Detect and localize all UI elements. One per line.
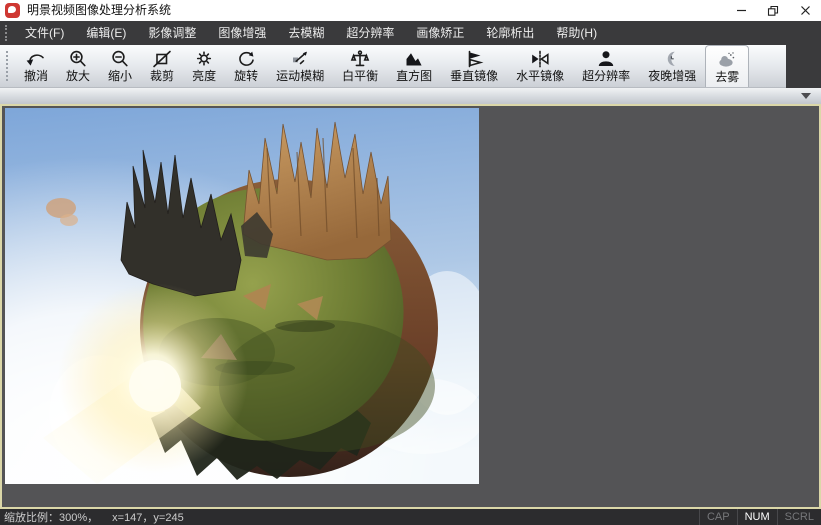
toolbar-grip-handle[interactable]	[6, 51, 10, 81]
crop-label: 裁剪	[150, 69, 174, 83]
dehaze-button[interactable]: 去雾	[705, 45, 749, 87]
histogram-icon	[403, 49, 425, 69]
undo-button[interactable]: 撤消	[15, 45, 57, 87]
menu-image-rectify[interactable]: 画像矫正	[405, 21, 475, 45]
chevron-down-icon[interactable]	[801, 93, 811, 99]
window-title: 明景视频图像处理分析系统	[27, 0, 171, 21]
title-bar: 明景视频图像处理分析系统	[0, 0, 821, 21]
close-icon	[800, 5, 811, 16]
night-enhance-button[interactable]: 夜晚增强	[639, 45, 705, 87]
crop-icon	[151, 49, 173, 69]
menu-contour-extract[interactable]: 轮廓析出	[475, 21, 545, 45]
menu-super-resolution[interactable]: 超分辨率	[335, 21, 405, 45]
menu-bar: 文件(F) 编辑(E) 影像调整 图像增强 去模糊 超分辨率 画像矫正 轮廓析出…	[0, 21, 821, 45]
menu-image-adjust[interactable]: 影像调整	[137, 21, 207, 45]
night-enhance-label: 夜晚增强	[648, 69, 696, 83]
zoom-in-button[interactable]: 放大	[57, 45, 99, 87]
brightness-icon	[193, 49, 215, 69]
minimize-button[interactable]	[725, 0, 757, 21]
caps-lock-indicator: CAP	[699, 509, 737, 525]
menu-file[interactable]: 文件(F)	[14, 21, 75, 45]
crop-button[interactable]: 裁剪	[141, 45, 183, 87]
vertical-mirror-icon	[463, 49, 485, 69]
dehaze-label: 去雾	[715, 70, 739, 84]
image-canvas-area[interactable]	[0, 104, 821, 509]
zoom-out-icon	[109, 49, 131, 69]
app-window: 明景视频图像处理分析系统 文件(F) 编辑(E) 影像调整 图像增强 去模糊	[0, 0, 821, 525]
super-resolution-button[interactable]: 超分辨率	[573, 45, 639, 87]
zoom-ratio-value: 300%，	[59, 509, 98, 525]
rotate-icon	[235, 49, 257, 69]
scroll-lock-indicator: SCRL	[777, 509, 821, 525]
restore-icon	[767, 5, 779, 17]
undo-label: 撤消	[24, 69, 48, 83]
menu-edit[interactable]: 编辑(E)	[75, 21, 137, 45]
white-balance-icon	[349, 49, 371, 69]
super-resolution-label: 超分辨率	[582, 69, 630, 83]
zoom-in-label: 放大	[66, 69, 90, 83]
undo-icon	[25, 49, 47, 69]
zoom-out-label: 缩小	[108, 69, 132, 83]
brightness-button[interactable]: 亮度	[183, 45, 225, 87]
histogram-button[interactable]: 直方图	[387, 45, 441, 87]
rotate-button[interactable]: 旋转	[225, 45, 267, 87]
toolbar-empty-area	[786, 45, 821, 88]
motion-blur-label: 运动模糊	[276, 69, 324, 83]
white-balance-label: 白平衡	[342, 69, 378, 83]
white-balance-button[interactable]: 白平衡	[333, 45, 387, 87]
motion-blur-button[interactable]: 运动模糊	[267, 45, 333, 87]
brightness-label: 亮度	[192, 69, 216, 83]
minimize-icon	[736, 5, 747, 16]
vertical-mirror-button[interactable]: 垂直镜像	[441, 45, 507, 87]
horizontal-mirror-icon	[529, 49, 551, 69]
zoom-out-button[interactable]: 缩小	[99, 45, 141, 87]
zoom-ratio-label: 缩放比例：	[4, 509, 59, 525]
close-button[interactable]	[789, 0, 821, 21]
menubar-grip-handle[interactable]	[5, 25, 9, 41]
zoom-in-icon	[67, 49, 89, 69]
toolbar: 撤消 放大	[0, 45, 821, 88]
menu-help[interactable]: 帮助(H)	[545, 21, 608, 45]
histogram-label: 直方图	[396, 69, 432, 83]
horizontal-mirror-button[interactable]: 水平镜像	[507, 45, 573, 87]
horizontal-mirror-label: 水平镜像	[516, 69, 564, 83]
motion-blur-icon	[289, 49, 311, 69]
menu-image-enhance[interactable]: 图像增强	[207, 21, 277, 45]
super-resolution-icon	[595, 49, 617, 69]
night-enhance-icon	[661, 49, 683, 69]
vertical-mirror-label: 垂直镜像	[450, 69, 498, 83]
cursor-coordinates: x=147，y=245	[112, 509, 184, 525]
restore-button[interactable]	[757, 0, 789, 21]
little-planet-photo[interactable]	[5, 108, 479, 484]
num-lock-indicator: NUM	[737, 509, 777, 525]
app-logo-icon	[5, 3, 20, 18]
toolbar-band: 撤消 放大	[0, 45, 786, 88]
toolbar-overflow-band	[0, 88, 821, 104]
dehaze-icon	[716, 50, 738, 70]
status-bar: 缩放比例： 300%， x=147，y=245 CAP NUM SCRL	[0, 509, 821, 525]
rotate-label: 旋转	[234, 69, 258, 83]
menu-deblur[interactable]: 去模糊	[277, 21, 335, 45]
